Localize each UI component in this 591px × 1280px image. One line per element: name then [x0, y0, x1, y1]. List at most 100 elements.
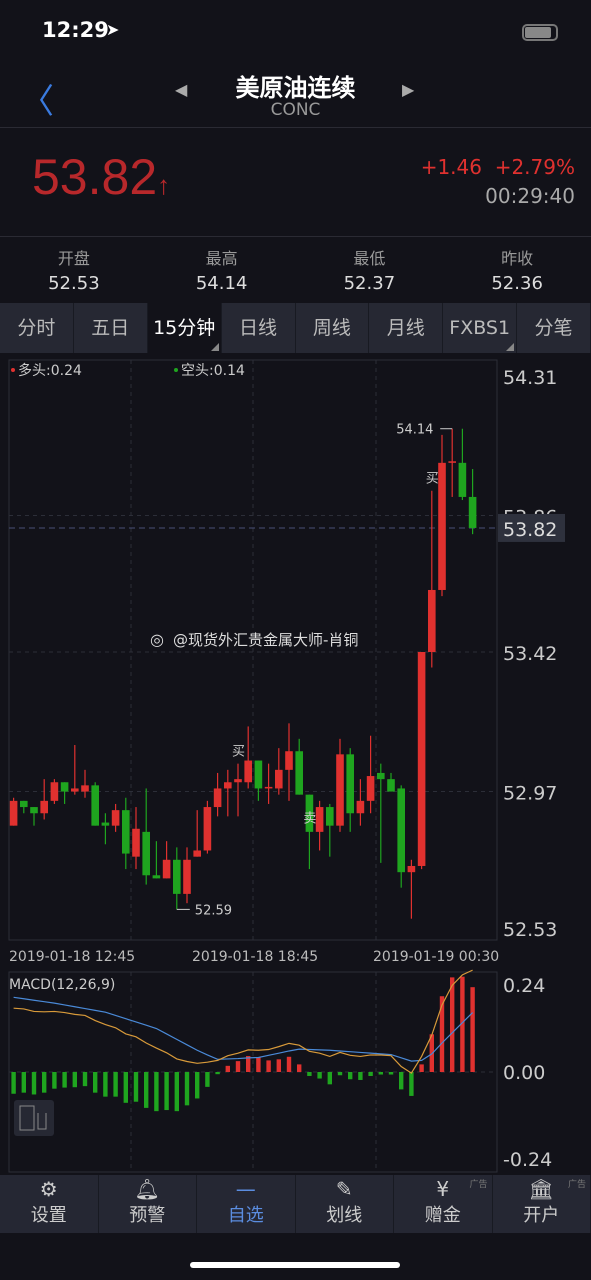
stat-item: 最高 54.14: [148, 237, 296, 302]
chart-area[interactable]: 54.3153.8653.4252.9752.5353.822019-01-18…: [0, 353, 591, 1175]
ad-badge: 广告: [469, 1180, 488, 1190]
battery-icon: [522, 24, 558, 41]
candle-up: [71, 788, 79, 792]
macd-histogram-bar: [154, 1072, 159, 1112]
candle-down: [326, 807, 334, 826]
candle-up: [50, 782, 59, 801]
next-symbol-button[interactable]: ▶: [402, 80, 414, 99]
candle-down: [295, 751, 303, 795]
macd-histogram-bar: [62, 1072, 67, 1088]
candle-down: [101, 822, 110, 826]
macd-histogram-bar: [174, 1072, 179, 1112]
macd-title: MACD(12,26,9): [9, 977, 115, 993]
candle-down: [346, 754, 354, 814]
y-tick-label: 52.97: [503, 783, 557, 805]
candle-up: [81, 785, 89, 792]
bottom-nav: ⚙ 设置 🔔︎ 预警 — 自选 ✎ 划线 ¥ 赠金 广告 🏛︎ 开户 广告: [0, 1175, 591, 1233]
candle-up: [275, 769, 283, 789]
tab-period[interactable]: 15分钟: [147, 303, 222, 353]
candle-up: [132, 828, 140, 857]
candle-up: [111, 810, 120, 826]
macd-histogram-bar: [195, 1072, 200, 1099]
legend-long: 多头:0.24: [18, 362, 82, 379]
tab-label: 月线: [386, 317, 425, 339]
trade-signal-label: 卖: [303, 812, 316, 827]
nav-item[interactable]: ⚙ 设置: [0, 1175, 99, 1233]
candle-up: [224, 782, 232, 789]
candle-up: [40, 800, 48, 814]
prev-symbol-button[interactable]: ◀: [175, 80, 187, 99]
candle-down: [122, 810, 130, 854]
nav-label: 开户: [523, 1205, 560, 1226]
macd-histogram-bar: [358, 1072, 363, 1080]
tab-label: 分时: [17, 317, 56, 339]
tab-period[interactable]: FXBS1: [443, 303, 518, 353]
macd-histogram-bar: [419, 1064, 424, 1072]
x-tick-label: 2019-01-18 18:45: [192, 949, 318, 965]
nav-label: 设置: [30, 1205, 67, 1226]
macd-histogram-bar: [256, 1057, 261, 1072]
nav-item[interactable]: ✎ 划线: [296, 1175, 394, 1233]
tab-period[interactable]: 日线: [222, 303, 296, 353]
candle-up: [183, 859, 191, 894]
macd-histogram-bar: [225, 1065, 230, 1072]
tab-label: 五日: [91, 317, 130, 339]
macd-histogram-bar: [164, 1072, 169, 1111]
nav-label: 预警: [129, 1205, 166, 1226]
current-price-label: 53.82: [503, 519, 557, 541]
macd-histogram-bar: [286, 1056, 292, 1072]
dropdown-corner-icon: [506, 343, 515, 351]
stat-value: 52.36: [491, 273, 543, 294]
candle-down: [254, 760, 263, 789]
candle-up: [264, 786, 273, 789]
candle-down: [91, 785, 99, 826]
macd-histogram-bar: [52, 1072, 57, 1089]
nav-item[interactable]: ¥ 赠金 广告: [394, 1175, 493, 1233]
gear-icon: ⚙: [39, 1177, 58, 1201]
candle-down: [387, 779, 395, 792]
macd-histogram-bar: [337, 1072, 343, 1076]
macd-histogram-bar: [144, 1072, 149, 1108]
tab-period[interactable]: 分笔: [517, 303, 591, 353]
macd-histogram-bar: [215, 1072, 220, 1075]
price-change: +1.46 +2.79%: [421, 155, 575, 179]
macd-histogram-bar: [470, 987, 475, 1072]
stat-label: 最高: [205, 249, 238, 268]
macd-histogram-bar: [368, 1072, 373, 1076]
macd-histogram-bar: [307, 1072, 312, 1076]
period-tabs: 分时 五日 15分钟 日线 周线 月线 FXBS1 分笔: [0, 303, 591, 353]
stat-value: 54.14: [195, 273, 248, 294]
tab-period[interactable]: 分时: [0, 303, 74, 353]
trade-signal-label: 买: [232, 745, 245, 760]
macd-histogram-bar: [93, 1072, 98, 1093]
macd-histogram-bar: [276, 1059, 281, 1072]
stat-item: 昨收 52.36: [443, 237, 591, 302]
low-label: 52.59: [195, 903, 232, 918]
home-indicator[interactable]: [190, 1262, 400, 1268]
legend-short: 空头:0.14: [181, 363, 245, 379]
stat-label: 开盘: [57, 249, 90, 268]
candle-up: [213, 788, 222, 808]
nav-item[interactable]: — 自选: [197, 1175, 296, 1233]
macd-histogram-bar: [317, 1072, 322, 1079]
candle-down: [397, 788, 405, 873]
nav-item[interactable]: 🏛︎ 开户 广告: [493, 1175, 591, 1233]
stats-row: 开盘 52.53 最高 54.14 最低 52.37 昨收 52.36: [0, 236, 591, 302]
candle-down: [377, 772, 385, 780]
macd-histogram-bar: [123, 1072, 128, 1103]
candle-up: [315, 807, 324, 832]
nav-item[interactable]: 🔔︎ 预警: [99, 1175, 197, 1233]
candle-up: [234, 779, 242, 783]
short-legend-dot: [174, 368, 178, 372]
header: 〈 美原油连续 CONC ◀ ▶: [0, 60, 591, 128]
tab-period[interactable]: 五日: [74, 303, 148, 353]
tab-period[interactable]: 月线: [369, 303, 444, 353]
macd-histogram-bar: [327, 1072, 332, 1085]
ad-badge: 广告: [567, 1180, 586, 1190]
tab-period[interactable]: 周线: [296, 303, 370, 353]
candle-down: [20, 800, 28, 808]
high-label: 54.14: [396, 423, 433, 438]
rotate-screen-button[interactable]: [14, 1100, 54, 1136]
macd-histogram-bar: [113, 1072, 118, 1097]
candle-down: [468, 496, 477, 528]
